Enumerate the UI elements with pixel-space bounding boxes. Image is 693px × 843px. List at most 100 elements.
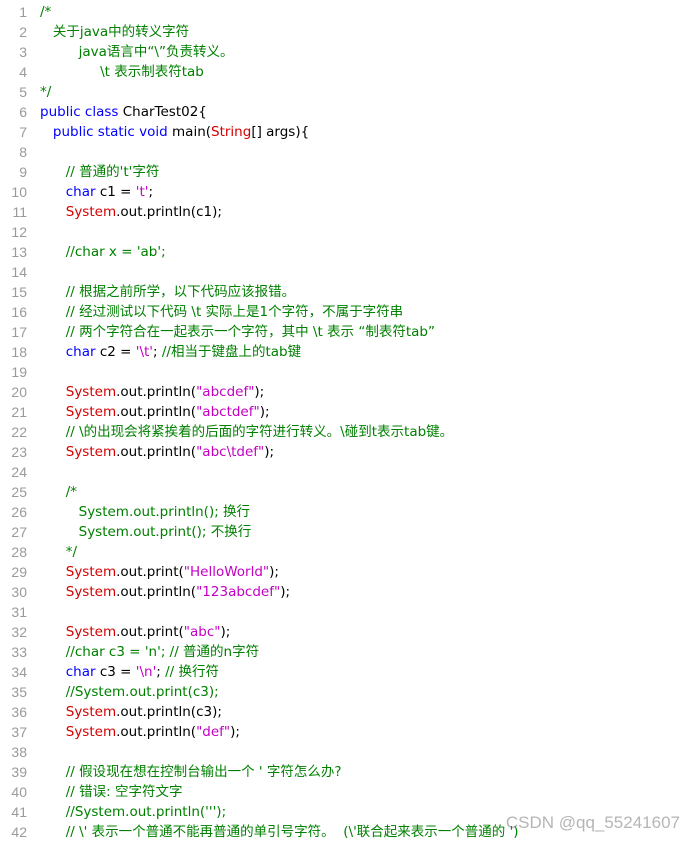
code-text: // 两个字符合在一起表示一个字符，其中 \t 表示 “制表符tab” [40,322,435,342]
code-text: 关于java中的转义字符 [40,22,189,42]
code-token: char [40,184,100,200]
code-token: */ [40,84,52,100]
code-token: '\t' [135,344,154,360]
code-token: /* [40,4,52,20]
line-number: 35 [11,684,27,700]
code-token: */ [40,544,78,560]
code-text: char c2 = '\t'; //相当于键盘上的tab键 [40,342,301,362]
code-line: 1 /* [0,2,693,22]
code-text: System.out.println("123abcdef"); [40,582,290,602]
line-number: 25 [11,484,27,500]
code-line: 39 // 假设现在想在控制台输出一个 ' 字符怎么办? [0,762,693,782]
line-number: 13 [11,244,27,260]
code-token: ); [269,564,279,580]
code-token: c1 = [99,184,136,200]
code-line: 22 // \的出现会将紧挨着的后面的字符进行转义。\碰到t表示tab键。 [0,422,693,442]
code-token: 关于java中的转义字符 [40,24,190,40]
code-line: 11 System.out.println(c1); [0,202,693,222]
code-token: ); [230,724,240,740]
code-text: //char c3 = 'n'; // 普通的n字符 [40,642,259,662]
code-text: // 假设现在想在控制台输出一个 ' 字符怎么办? [40,762,342,782]
line-number: 36 [11,704,27,720]
code-token: // 换行符 [165,664,220,680]
code-token: .out.println(c3); [116,704,222,720]
code-token: "abctdef" [196,404,260,420]
code-token: System.out.print(); 不换行 [40,524,252,540]
code-line: 24 [0,462,693,482]
code-text: //char x = 'ab'; [40,242,166,262]
code-line: 23 System.out.println("abc\tdef"); [0,442,693,462]
code-token: //char c3 = 'n'; // 普通的n字符 [40,644,260,660]
line-number: 24 [11,464,27,480]
line-number: 16 [11,304,27,320]
code-token: // 经过测试以下代码 \t 实际上是1个字符，不属于字符串 [40,304,404,320]
code-token: char [40,664,100,680]
code-text: \t 表示制表符tab [40,62,204,82]
code-line: 37 System.out.println("def"); [0,722,693,742]
code-token: // 错误: 空字符文字 [40,784,183,800]
code-text: //System.out.print(c3); [40,682,219,702]
code-line: 33 //char c3 = 'n'; // 普通的n字符 [0,642,693,662]
code-line: 18 char c2 = '\t'; //相当于键盘上的tab键 [0,342,693,362]
code-text: // 根据之前所学，以下代码应该报错。 [40,282,295,302]
code-token: CharTest02{ [122,104,207,120]
line-number: 26 [11,504,27,520]
code-token: //相当于键盘上的tab键 [161,344,302,360]
code-token: System.out.println(); 换行 [40,504,251,520]
line-number: 5 [19,84,27,100]
line-number: 42 [11,824,27,840]
code-token: System [40,704,117,720]
code-text: System.out.println("abc\tdef"); [40,442,274,462]
code-line: 36 System.out.println(c3); [0,702,693,722]
code-token: "abcdef" [196,384,255,400]
code-line: 9 // 普通的't'字符 [0,162,693,182]
line-number: 8 [19,144,27,160]
code-text: char c3 = '\n'; // 换行符 [40,662,219,682]
code-text: // \' 表示一个普通不能再普通的单引号字符。 (\'联合起来表示一个普通的 … [40,822,519,842]
code-token: .out.println( [116,724,197,740]
code-token: // 两个字符合在一起表示一个字符，其中 \t 表示 “制表符tab” [40,324,435,340]
code-token: //char x = 'ab'; [40,244,166,260]
code-text: public class CharTest02{ [40,102,207,122]
code-token: //System.out.print(c3); [40,684,219,700]
code-line: 6 public class CharTest02{ [0,102,693,122]
code-token: System [40,444,117,460]
code-token: main( [172,124,212,140]
code-token: c3 = [99,664,136,680]
watermark: CSDN @qq_55241607 [505,813,680,832]
code-line: 38 [0,742,693,762]
code-text: System.out.println(); 换行 [40,502,250,522]
code-line: 15 // 根据之前所学，以下代码应该报错。 [0,282,693,302]
code-text: System.out.print("HelloWorld"); [40,562,279,582]
code-editor[interactable]: 1/* 2 关于java中的转义字符 3 java语言中“\”负责转义。 4 \t 表… [0,2,693,842]
code-line: 13 //char x = 'ab'; [0,242,693,262]
code-token: "abc" [183,624,221,640]
line-number: 11 [12,204,27,220]
line-number: 34 [11,664,27,680]
code-text: System.out.println("abcdef"); [40,382,265,402]
line-number: 39 [11,764,27,780]
line-number: 6 [19,104,27,120]
code-token: ; [153,344,162,360]
code-token: .out.println( [116,384,197,400]
code-token: // 根据之前所学，以下代码应该报错。 [40,284,296,300]
code-text: // \的出现会将紧挨着的后面的字符进行转义。\碰到t表示tab键。 [40,422,453,442]
code-line: 34 char c3 = '\n'; // 换行符 [0,662,693,682]
code-line: 20 System.out.println("abcdef"); [0,382,693,402]
line-number: 22 [11,424,27,440]
line-number: 12 [11,224,27,240]
code-text: System.out.print("abc"); [40,622,231,642]
code-line: 4 \t 表示制表符tab [0,62,693,82]
code-token: .out.println(c1); [116,204,222,220]
code-token: // 假设现在想在控制台输出一个 ' 字符怎么办? [40,764,342,780]
line-number: 17 [11,324,27,340]
line-number: 40 [11,784,27,800]
code-text: java语言中“\”负责转义。 [40,42,234,62]
code-line: 32 System.out.print("abc"); [0,622,693,642]
code-token: ); [220,624,231,640]
code-line: 7 public static void main(String[] args)… [0,122,693,142]
code-token: ; [156,664,166,680]
code-token: \t 表示制表符tab [40,64,204,80]
code-line: 16 // 经过测试以下代码 \t 实际上是1个字符，不属于字符串 [0,302,693,322]
code-token: /* [40,484,78,500]
